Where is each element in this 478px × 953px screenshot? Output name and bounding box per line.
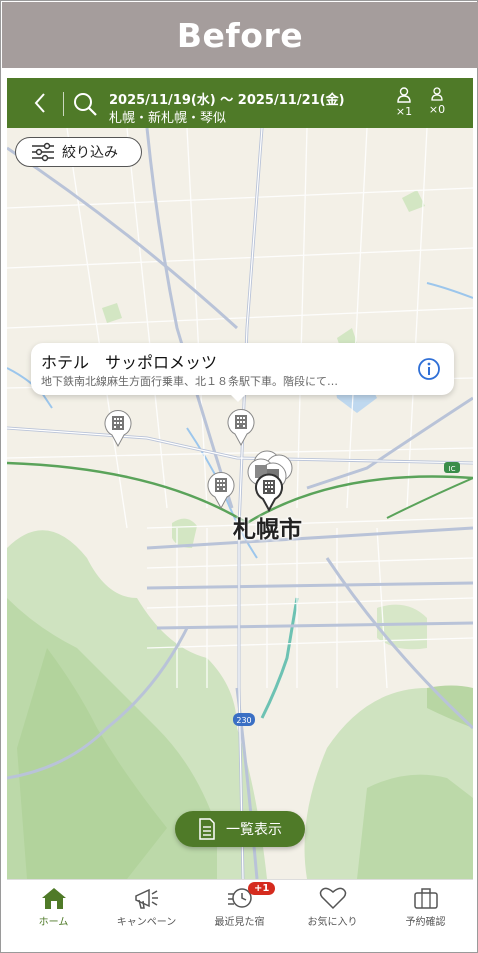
ic-shield-label: IC (449, 465, 456, 473)
sliders-icon (32, 142, 54, 162)
adult-person-icon (397, 87, 411, 103)
home-icon (41, 888, 66, 909)
adult-count-label: ×1 (395, 105, 413, 118)
hotel-building-icon (255, 473, 283, 513)
tab-home-label: ホーム (38, 917, 69, 928)
search-dates[interactable]: 2025/11/19(水) ～ 2025/11/21(金) (109, 89, 345, 108)
megaphone-icon (134, 888, 158, 909)
list-view-label: 一覧表示 (226, 822, 282, 838)
info-button[interactable] (417, 357, 441, 381)
hotel-building-icon (227, 408, 255, 447)
child-person-icon (431, 87, 443, 101)
tab-favorites-label: お気に入り (307, 917, 358, 928)
tab-recently-viewed[interactable]: +1 最近見た宿 (193, 882, 286, 928)
ic-shield: IC (444, 462, 460, 473)
hotel-callout[interactable]: ホテル サッポロメッツ 地下鉄南北線麻生方面行乗車、北１８条駅下車。階段にて… (31, 343, 454, 395)
list-view-button[interactable]: 一覧表示 (175, 811, 305, 847)
document-list-icon (199, 818, 215, 840)
filter-label: 絞り込み (62, 145, 118, 161)
bottom-tab-bar: ホーム キャンペーン +1 最近見た宿 お気に入り 予約確認 (7, 879, 473, 942)
child-count[interactable]: ×0 (426, 87, 448, 116)
search-area[interactable]: 札幌・新札幌・琴似 (109, 107, 226, 126)
callout-pointer (229, 393, 247, 402)
adult-count[interactable]: ×1 (393, 87, 415, 118)
route-shield-230-label: 230 (236, 716, 251, 725)
callout-access-text: 地下鉄南北線麻生方面行乗車、北１８条駅下車。階段にて… (41, 375, 338, 388)
tab-favorites[interactable]: お気に入り (286, 886, 379, 928)
callout-hotel-name: ホテル サッポロメッツ (41, 353, 218, 372)
hotel-building-icon (104, 409, 132, 448)
screenshot-frame: Before 2025/11/19(水) ～ 2025/11/21(金) 札幌・… (0, 0, 478, 953)
tab-reservations[interactable]: 予約確認 (379, 886, 472, 928)
suitcase-icon (413, 888, 438, 909)
tab-home[interactable]: ホーム (7, 886, 100, 928)
chevron-left-icon (34, 93, 45, 113)
city-label: 札幌市 (233, 517, 302, 543)
route-shield-230: 230 (233, 713, 255, 726)
tab-campaign-label: キャンペーン (116, 917, 177, 928)
hotel-building-icon (207, 471, 235, 510)
child-count-label: ×0 (428, 103, 446, 116)
heart-icon (319, 887, 346, 910)
tab-campaign[interactable]: キャンペーン (100, 886, 193, 928)
filter-button[interactable]: 絞り込み (15, 137, 142, 167)
hotel-pin[interactable] (206, 470, 236, 514)
header-divider (63, 92, 64, 116)
back-button[interactable] (29, 91, 53, 115)
tab-reservations-label: 予約確認 (405, 917, 446, 928)
recent-count-badge: +1 (248, 882, 276, 895)
hotel-pin[interactable] (103, 408, 133, 452)
info-icon (418, 358, 440, 380)
tab-recently-viewed-label: 最近見た宿 (214, 917, 265, 928)
before-banner: Before (2, 2, 478, 68)
search-button[interactable] (72, 91, 98, 117)
app-screen: 2025/11/19(水) ～ 2025/11/21(金) 札幌・新札幌・琴似 … (7, 78, 473, 942)
search-header: 2025/11/19(水) ～ 2025/11/21(金) 札幌・新札幌・琴似 … (7, 78, 473, 128)
search-icon (74, 93, 97, 116)
